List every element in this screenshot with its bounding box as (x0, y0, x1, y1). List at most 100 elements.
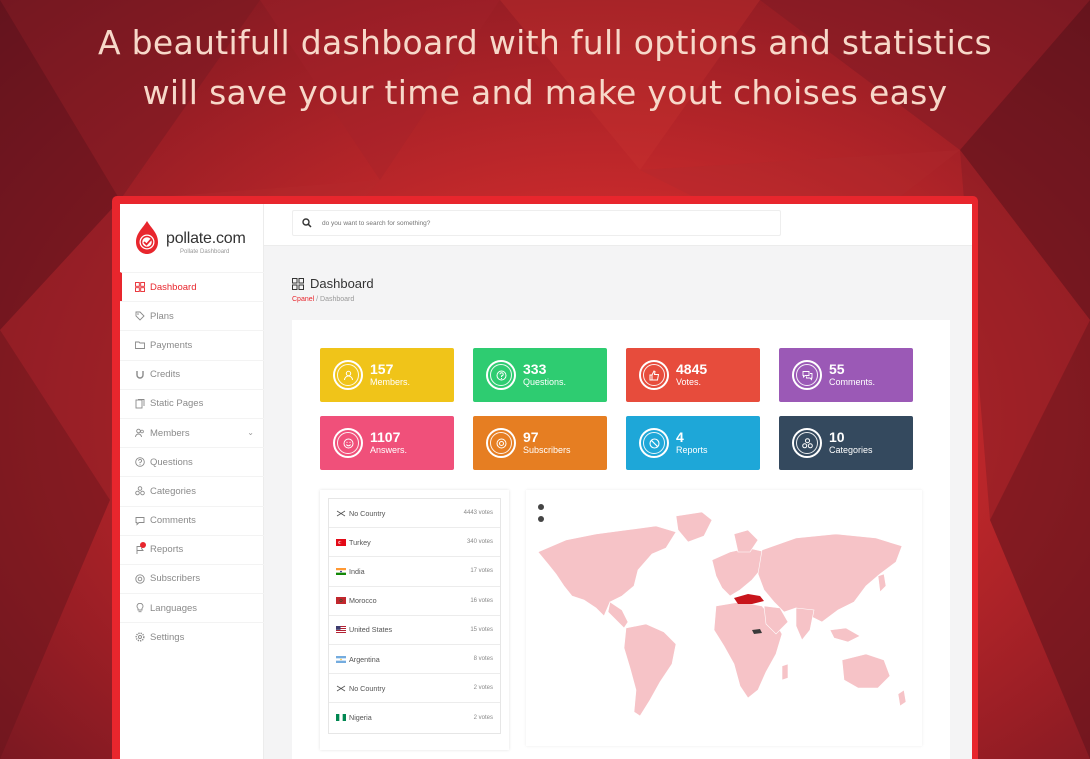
map-region[interactable] (877, 573, 887, 593)
country-votes: 2 votes (473, 685, 493, 692)
map-country-turkey[interactable] (734, 594, 764, 604)
top-bar (264, 204, 972, 246)
world-map-panel (526, 490, 922, 746)
no-country-icon (336, 510, 346, 517)
search-input[interactable] (322, 219, 722, 227)
flag-us-icon (336, 626, 346, 634)
flag-ng-icon (336, 714, 346, 722)
country-votes-table: No Country 4443 votes Turkey 340 votes India… (328, 498, 501, 734)
sidebar-item-label: Languages (150, 602, 198, 614)
grid-icon (292, 277, 304, 290)
stat-card-answers[interactable]: 1107 Answers. (320, 416, 454, 470)
map-region[interactable] (781, 663, 789, 681)
sidebar-item-comments[interactable]: Comments (120, 505, 264, 535)
sidebar-item-label: Reports (150, 544, 184, 556)
headline-line-1: A beautifull dashboard with full options… (97, 23, 993, 62)
stat-value: 157 (370, 361, 394, 377)
sidebar-item-subscribers[interactable]: Subscribers (120, 563, 264, 593)
stat-card-members[interactable]: 157 Members. (320, 348, 454, 402)
dashboard-app: pollate.com Pollate Dashboard Dashboard P… (120, 204, 972, 759)
table-row[interactable]: Argentina 8 votes (329, 645, 500, 675)
table-row[interactable]: No Country 2 votes (329, 674, 500, 704)
stat-card-questions[interactable]: 333 Questions. (473, 348, 607, 402)
bulb-icon (135, 603, 145, 613)
country-votes: 340 votes (466, 539, 493, 546)
flag-in-icon (336, 567, 346, 575)
map-region[interactable] (711, 547, 767, 597)
map-region[interactable] (623, 623, 677, 717)
sidebar-item-label: Dashboard (150, 281, 197, 293)
map-region[interactable] (795, 607, 815, 641)
stat-value: 4845 (676, 361, 708, 377)
no-country-icon (336, 685, 346, 692)
sidebar-item-settings[interactable]: Settings (120, 622, 264, 651)
tag-icon (135, 311, 145, 321)
country-votes: 16 votes (470, 597, 493, 604)
sidebar-item-label: Members (150, 427, 190, 439)
sidebar-item-payments[interactable]: Payments (120, 330, 264, 359)
sidebar-item-label: Plans (150, 310, 174, 322)
smile-icon (333, 428, 363, 458)
stat-value: 55 (829, 361, 845, 377)
table-row[interactable]: Nigeria 2 votes (329, 703, 500, 732)
stat-label: Reports (676, 445, 708, 455)
stat-value: 97 (523, 429, 539, 445)
stat-value: 10 (829, 429, 845, 445)
settings-icon (135, 632, 145, 642)
lifebuoy-icon (486, 428, 516, 458)
map-region[interactable] (841, 653, 891, 689)
stat-value: 1107 (370, 429, 401, 445)
page-title: Dashboard (292, 276, 374, 291)
grid-icon (135, 282, 145, 293)
sidebar-item-credits[interactable]: Credits (120, 359, 264, 389)
country-votes-panel: No Country 4443 votes Turkey 340 votes India… (320, 490, 509, 750)
stat-text: 10 Categories (829, 430, 873, 456)
map-region[interactable] (607, 601, 629, 629)
comment-icon (135, 516, 145, 526)
breadcrumb-cpanel[interactable]: Cpanel (292, 296, 314, 303)
table-row[interactable]: India 17 votes (329, 557, 500, 587)
map-region[interactable] (537, 525, 677, 617)
stat-label: Categories (829, 445, 873, 455)
country-votes: 2 votes (473, 714, 493, 721)
stat-card-reports[interactable]: 4 Reports (626, 416, 760, 470)
sidebar-item-plans[interactable]: Plans (120, 301, 264, 330)
question-icon (135, 457, 145, 467)
sidebar-item-label: Settings (150, 631, 185, 643)
country-votes: 17 votes (470, 568, 493, 575)
stat-value: 333 (523, 361, 547, 377)
map-region[interactable] (733, 529, 759, 553)
logo[interactable]: pollate.com Pollate Dashboard (134, 220, 254, 260)
sidebar-item-questions[interactable]: Questions (120, 447, 264, 476)
stat-label: Subscribers (523, 445, 571, 455)
map-region[interactable] (829, 627, 861, 643)
stat-card-subscribers[interactable]: 97 Subscribers (473, 416, 607, 470)
sidebar-item-reports[interactable]: Reports (120, 534, 264, 564)
categories-icon (792, 428, 822, 458)
search-box[interactable] (292, 210, 781, 236)
stat-label: Answers. (370, 445, 408, 455)
folder-icon (135, 340, 145, 350)
sidebar-item-members[interactable]: Members ⌄ (120, 417, 264, 447)
sidebar-item-label: Credits (150, 369, 181, 381)
sidebar-item-label: Static Pages (150, 398, 204, 410)
sidebar-item-categories[interactable]: Categories (120, 476, 264, 505)
stat-card-comments[interactable]: 55 Comments. (779, 348, 913, 402)
country-votes: 15 votes (470, 626, 493, 633)
flag-ma-icon (336, 597, 346, 605)
sidebar-item-languages[interactable]: Languages (120, 593, 264, 622)
notification-badge (140, 541, 146, 548)
stat-card-votes[interactable]: 4845 Votes. (626, 348, 760, 402)
sidebar-item-static-pages[interactable]: Static Pages (120, 388, 264, 418)
table-row[interactable]: No Country 4443 votes (329, 499, 500, 529)
table-row[interactable]: Turkey 340 votes (329, 528, 500, 558)
logo-text: pollate.com (166, 230, 246, 247)
map-region[interactable] (675, 511, 713, 543)
map-region[interactable] (897, 689, 907, 707)
table-row[interactable]: Morocco 16 votes (329, 587, 500, 616)
stat-card-categories[interactable]: 10 Categories (779, 416, 913, 470)
world-map[interactable] (526, 490, 922, 746)
table-row[interactable]: United States 15 votes (329, 616, 500, 645)
chevron-down-icon[interactable]: ⌄ (247, 428, 254, 437)
sidebar-item-dashboard[interactable]: Dashboard (120, 272, 264, 302)
